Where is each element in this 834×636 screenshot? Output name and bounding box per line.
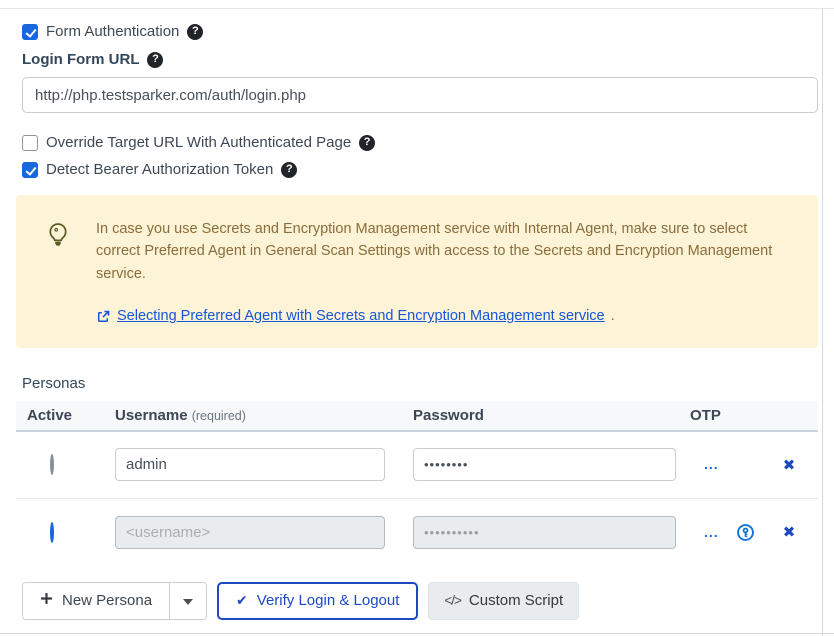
persona-active-radio[interactable] <box>50 454 54 475</box>
help-icon[interactable]: ? <box>187 24 203 40</box>
info-link-line: Selecting Preferred Agent with Secrets a… <box>96 305 792 327</box>
column-header-password: Password <box>413 407 690 424</box>
detect-bearer-label: Detect Bearer Authorization Token <box>46 161 273 178</box>
column-header-username: Username (required) <box>115 407 413 424</box>
info-link-suffix: . <box>611 305 615 327</box>
persona-actions: New Persona ✔ Verify Login & Logout </> … <box>22 582 802 620</box>
password-cell <box>413 516 690 549</box>
external-link-icon <box>96 309 111 324</box>
custom-script-label: Custom Script <box>469 592 563 609</box>
active-cell <box>16 456 115 473</box>
active-cell <box>16 524 115 541</box>
verify-label: Verify Login & Logout <box>257 592 400 609</box>
form-authentication-panel: Form Authentication ? Login Form URL ? O… <box>0 0 834 636</box>
personas-table-header: Active Username (required) Password OTP <box>16 401 818 432</box>
persona-row: ... ✖ <box>16 432 818 499</box>
lightbulb-icon <box>44 218 72 328</box>
delete-persona-icon[interactable]: ✖ <box>783 456 796 474</box>
help-icon[interactable]: ? <box>359 135 375 151</box>
otp-cell: ... <box>690 523 760 542</box>
help-icon[interactable]: ? <box>281 162 297 178</box>
delete-persona-icon[interactable]: ✖ <box>783 523 796 541</box>
persona-username-input[interactable] <box>115 448 385 481</box>
login-form-url-label-row: Login Form URL ? <box>22 51 802 68</box>
check-icon: ✔ <box>236 593 248 609</box>
form-authentication-checkbox[interactable] <box>22 24 38 40</box>
detect-bearer-row: Detect Bearer Authorization Token ? <box>22 161 802 178</box>
otp-key-icon[interactable] <box>736 523 755 542</box>
column-header-active: Active <box>16 407 115 424</box>
panel-content: Form Authentication ? Login Form URL ? O… <box>0 8 818 620</box>
new-persona-dropdown-toggle[interactable] <box>169 583 206 619</box>
username-cell <box>115 448 413 481</box>
panel-bottom-border <box>0 633 834 634</box>
persona-active-radio[interactable] <box>50 522 54 543</box>
new-persona-button[interactable]: New Persona <box>23 583 169 619</box>
info-callout: In case you use Secrets and Encryption M… <box>16 195 818 348</box>
otp-more-button[interactable]: ... <box>704 529 719 536</box>
preferred-agent-doc-link[interactable]: Selecting Preferred Agent with Secrets a… <box>117 305 605 327</box>
login-form-url-input[interactable] <box>22 77 818 113</box>
actions-cell: ✖ <box>760 523 818 541</box>
verify-login-logout-button[interactable]: ✔ Verify Login & Logout <box>217 582 418 620</box>
otp-cell: ... <box>690 461 760 468</box>
persona-password-input[interactable] <box>413 448 676 481</box>
info-body: In case you use Secrets and Encryption M… <box>96 218 792 328</box>
form-authentication-label: Form Authentication <box>46 23 179 40</box>
code-icon: </> <box>444 593 461 608</box>
override-target-checkbox[interactable] <box>22 135 38 151</box>
detect-bearer-checkbox[interactable] <box>22 162 38 178</box>
new-persona-split-button: New Persona <box>22 582 207 620</box>
override-target-row: Override Target URL With Authenticated P… <box>22 134 802 151</box>
column-header-otp: OTP <box>690 407 760 424</box>
custom-script-button[interactable]: </> Custom Script <box>428 582 579 620</box>
help-icon[interactable]: ? <box>147 52 163 68</box>
personas-table: Active Username (required) Password OTP <box>16 401 818 566</box>
panel-right-border <box>822 8 823 636</box>
chevron-down-icon <box>183 593 193 608</box>
override-target-label: Override Target URL With Authenticated P… <box>46 134 351 151</box>
username-required-note: (required) <box>192 409 246 423</box>
new-persona-label: New Persona <box>62 592 152 609</box>
persona-row: ... ✖ <box>16 499 818 566</box>
password-cell <box>413 448 690 481</box>
username-cell <box>115 516 413 549</box>
persona-username-input[interactable] <box>115 516 385 549</box>
actions-cell: ✖ <box>760 456 818 474</box>
plus-icon <box>40 592 53 609</box>
login-form-url-label: Login Form URL <box>22 51 139 68</box>
persona-password-input[interactable] <box>413 516 676 549</box>
personas-title: Personas <box>22 375 802 392</box>
info-text: In case you use Secrets and Encryption M… <box>96 218 792 285</box>
otp-more-button[interactable]: ... <box>704 461 719 468</box>
form-authentication-row: Form Authentication ? <box>22 23 802 40</box>
